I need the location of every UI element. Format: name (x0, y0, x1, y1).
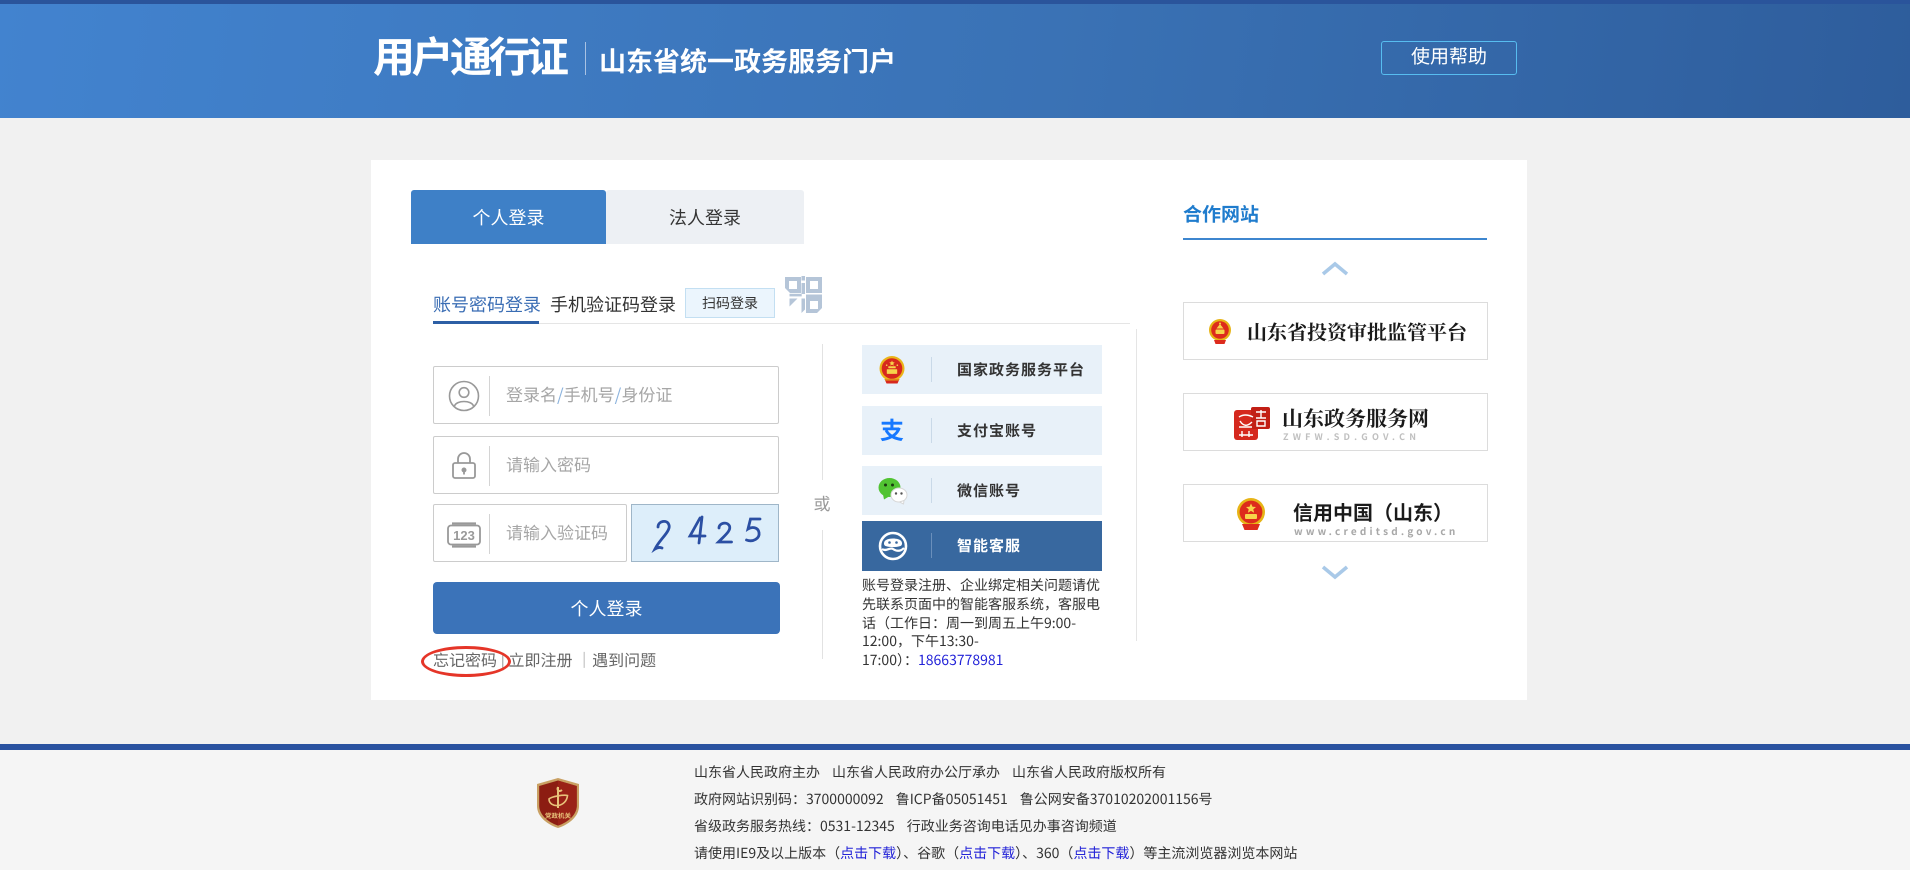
svg-text:支: 支 (880, 417, 904, 445)
svg-text:123: 123 (453, 528, 475, 543)
svg-text:党政机关: 党政机关 (545, 810, 572, 820)
